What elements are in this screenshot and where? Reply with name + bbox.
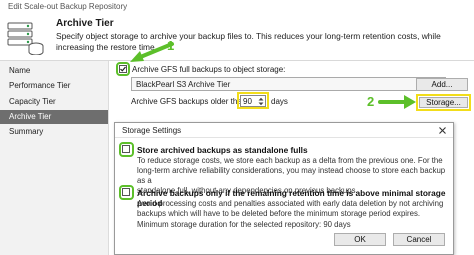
older-than-days-value: 90 (243, 97, 252, 106)
storage-button[interactable]: Storage... (419, 97, 468, 108)
min-retention-checkbox[interactable] (122, 188, 130, 196)
ok-button[interactable]: OK (334, 233, 386, 246)
wizard-steps-sidebar: Name Performance Tier Capacity Tier Arch… (0, 61, 109, 255)
storage-settings-dialog: Storage Settings Store archived backups … (114, 122, 454, 255)
annotation-step-2: 2 (367, 94, 375, 109)
min-retention-description: Avoid processing costs and penalties ass… (137, 199, 449, 230)
sidebar-item-name[interactable]: Name (0, 64, 108, 78)
dialog-title: Storage Settings (122, 126, 182, 135)
page-title: Archive Tier (56, 18, 114, 29)
standalone-fulls-title: Store archived backups as standalone ful… (137, 145, 308, 155)
annotation-arrow-1 (130, 42, 174, 62)
min-retention-desc-line: Avoid processing costs and penalties ass… (137, 199, 444, 208)
annotation-step-1: 1 (167, 38, 175, 53)
annotation-arrow-2 (378, 95, 416, 109)
window-title: Edit Scale-out Backup Repository (8, 2, 128, 11)
spinner-arrows-icon[interactable] (258, 97, 264, 106)
object-storage-select[interactable]: BlackPearl S3 Archive Tier (131, 77, 446, 91)
wizard-header: Archive Tier Specify object storage to a… (0, 14, 474, 61)
add-button[interactable]: Add... (416, 78, 468, 91)
older-than-unit: days (271, 97, 288, 106)
standalone-fulls-desc-line: To reduce storage costs, we store each b… (137, 156, 443, 165)
min-retention-desc-line: backups which will have to be deleted be… (137, 209, 421, 218)
sidebar-item-summary[interactable]: Summary (0, 125, 108, 139)
cancel-button[interactable]: Cancel (393, 233, 445, 246)
standalone-fulls-desc-line: long-term archive reliability considerat… (137, 166, 446, 185)
close-icon[interactable] (439, 127, 446, 134)
older-than-label: Archive GFS backups older than (131, 97, 247, 106)
sidebar-item-capacity-tier[interactable]: Capacity Tier (0, 95, 108, 109)
window-titlebar: Edit Scale-out Backup Repository (0, 0, 474, 15)
dialog-titlebar: Storage Settings (115, 123, 453, 138)
older-than-days-stepper[interactable]: 90 (240, 95, 266, 107)
page-description: Specify object storage to archive your b… (56, 31, 441, 52)
sidebar-item-archive-tier[interactable]: Archive Tier (0, 110, 108, 124)
object-storage-select-value: BlackPearl S3 Archive Tier (136, 80, 231, 89)
min-storage-duration-text: Minimum storage duration for the selecte… (137, 220, 351, 229)
repository-icon (7, 22, 44, 55)
standalone-fulls-checkbox[interactable] (122, 145, 130, 153)
sidebar-item-performance-tier[interactable]: Performance Tier (0, 79, 108, 93)
